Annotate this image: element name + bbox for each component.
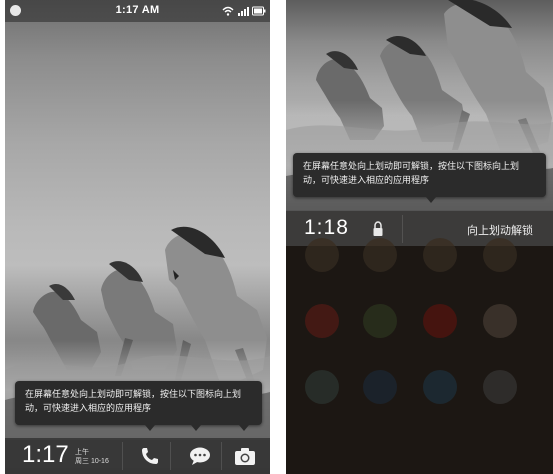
- lock-date-day: 周三 10-16: [75, 458, 109, 465]
- dim-overlay: [286, 246, 553, 474]
- tooltip-arrow: [145, 425, 155, 431]
- unlock-hint-tooltip: 在屏幕任意处向上划动即可解锁，按住以下图标向上划动，可快速进入相应的应用程序: [15, 381, 262, 425]
- tooltip-arrow: [426, 197, 436, 203]
- wifi-icon: [222, 6, 234, 16]
- lock-date-ampm: 上午: [75, 449, 89, 456]
- lock-bar[interactable]: 1:17 上午 周三 10-16: [5, 438, 270, 474]
- tooltip-arrow: [191, 425, 201, 431]
- divider: [122, 442, 123, 470]
- lock-time: 1:17: [22, 441, 69, 468]
- status-icons: [222, 4, 266, 18]
- phone-shortcut-button[interactable]: [136, 443, 164, 469]
- lock-date: 上午 周三 10-16: [75, 448, 109, 466]
- message-shortcut-button[interactable]: [186, 443, 214, 469]
- divider: [170, 442, 171, 470]
- status-bar: 1:17 AM: [5, 0, 270, 22]
- battery-icon: [252, 6, 266, 16]
- tooltip-text: 在屏幕任意处向上划动即可解锁，按住以下图标向上划动，可快速进入相应的应用程序: [303, 162, 520, 186]
- divider: [221, 442, 222, 470]
- camera-shortcut-button[interactable]: [231, 443, 259, 469]
- camera-icon: [235, 448, 255, 465]
- lockscreen-left: 1:17 AM 在屏幕任意处向上划动即可解锁，按住以下图标向上划动，可快速进入相…: [5, 0, 270, 474]
- wallpaper-panel: 在屏幕任意处向上划动即可解锁，按住以下图标向上划动，可快速进入相应的应用程序: [286, 0, 553, 210]
- tooltip-arrow: [239, 425, 249, 431]
- home-screen-preview: [286, 238, 553, 474]
- message-icon: [190, 447, 210, 465]
- signal-icon: [238, 7, 249, 16]
- phone-icon: [142, 448, 158, 464]
- unlock-hint-tooltip: 在屏幕任意处向上划动即可解锁，按住以下图标向上划动，可快速进入相应的应用程序: [293, 153, 546, 197]
- tooltip-text: 在屏幕任意处向上划动即可解锁，按住以下图标向上划动，可快速进入相应的应用程序: [25, 390, 242, 414]
- lockscreen-right: 在屏幕任意处向上划动即可解锁，按住以下图标向上划动，可快速进入相应的应用程序 1…: [286, 0, 553, 474]
